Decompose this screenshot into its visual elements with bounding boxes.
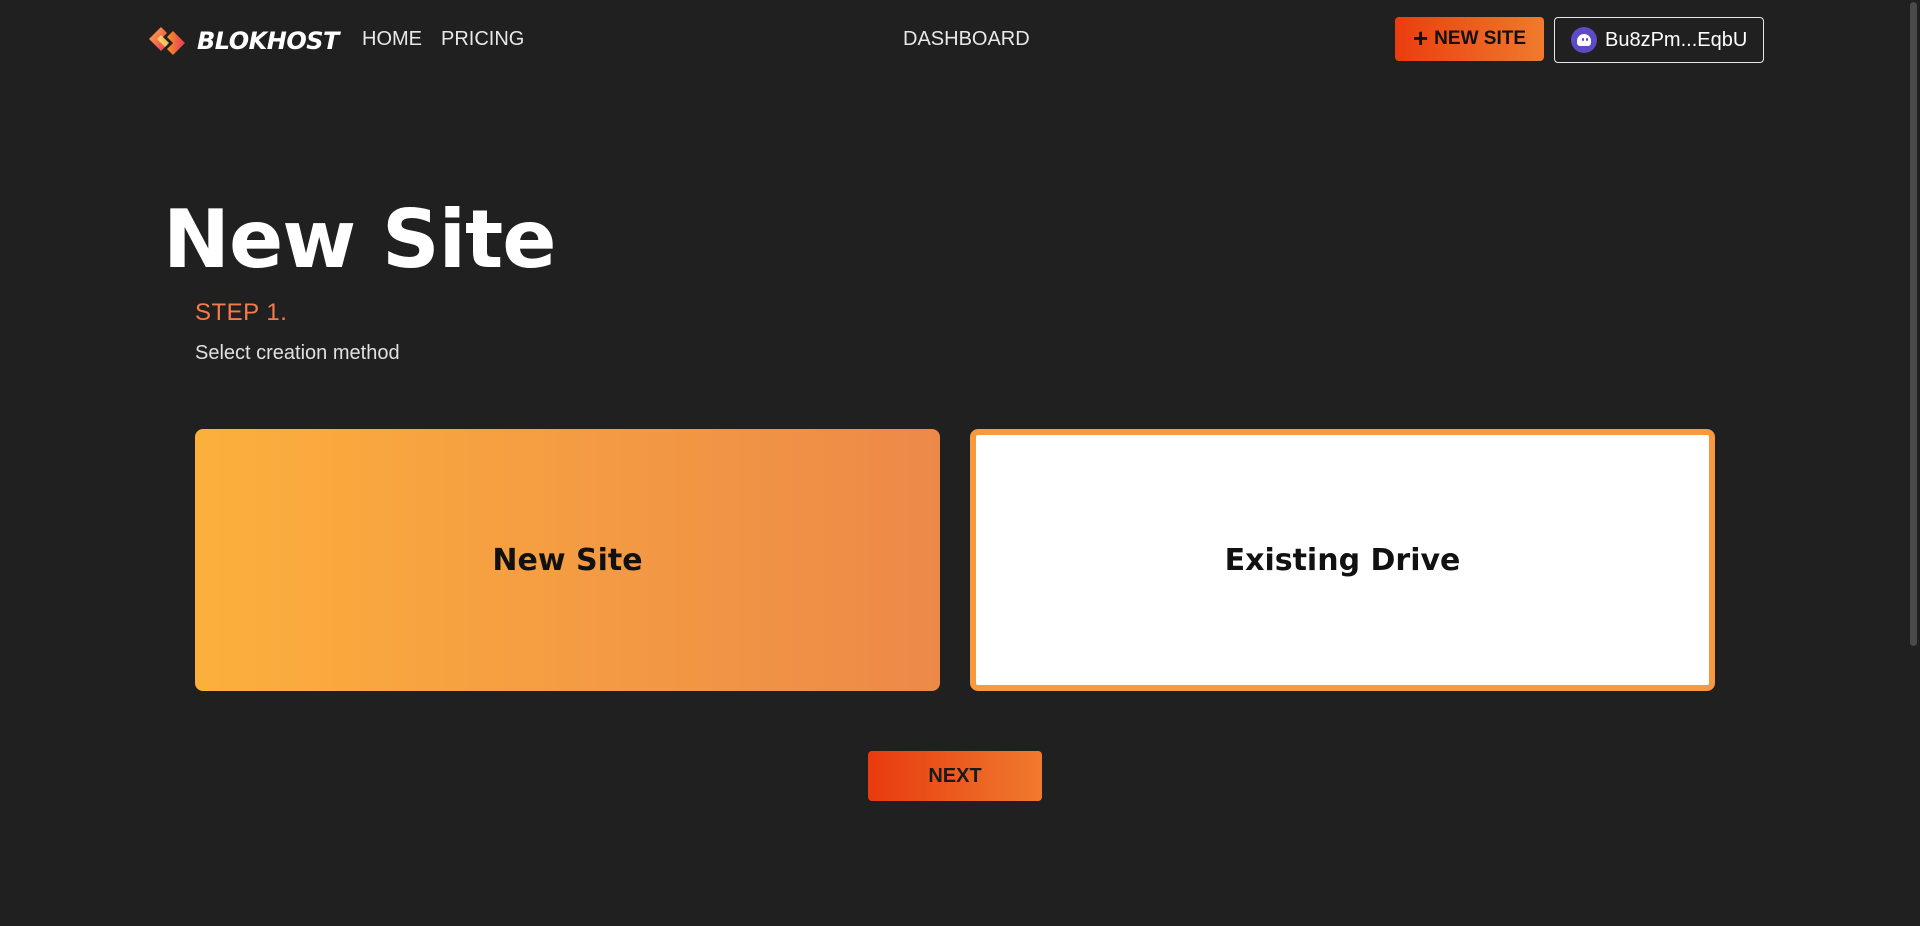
page: BLOKHOST HOME PRICING DASHBOARD + NEW SI… xyxy=(0,0,1920,926)
plus-icon: + xyxy=(1412,22,1429,53)
brand-name: BLOKHOST xyxy=(197,27,339,55)
new-site-button-label: NEW SITE xyxy=(1434,28,1527,49)
page-title: New Site xyxy=(163,193,557,286)
option-card-new-site[interactable]: New Site xyxy=(195,429,940,691)
wallet-button[interactable]: Bu8zPm...EqbU xyxy=(1554,17,1764,63)
step-label: STEP 1. xyxy=(195,299,288,326)
brand[interactable]: BLOKHOST xyxy=(147,22,339,60)
wallet-address: Bu8zPm...EqbU xyxy=(1605,28,1748,51)
new-site-button[interactable]: + NEW SITE xyxy=(1395,17,1544,61)
option-label-new-site: New Site xyxy=(492,542,643,578)
nav-link-pricing[interactable]: PRICING xyxy=(441,28,524,51)
top-navbar: BLOKHOST HOME PRICING DASHBOARD + NEW SI… xyxy=(0,0,1920,80)
next-button[interactable]: NEXT xyxy=(868,751,1042,801)
step-description: Select creation method xyxy=(195,342,400,364)
nav-link-dashboard[interactable]: DASHBOARD xyxy=(903,28,1030,51)
nav-link-home[interactable]: HOME xyxy=(362,28,422,51)
scrollbar-thumb[interactable] xyxy=(1910,2,1917,646)
vertical-scrollbar[interactable] xyxy=(1906,0,1920,926)
phantom-ghost-icon xyxy=(1571,27,1597,53)
option-label-existing-drive: Existing Drive xyxy=(1224,542,1461,578)
blokhost-logo-icon xyxy=(149,27,185,55)
option-card-existing-drive[interactable]: Existing Drive xyxy=(970,429,1715,691)
